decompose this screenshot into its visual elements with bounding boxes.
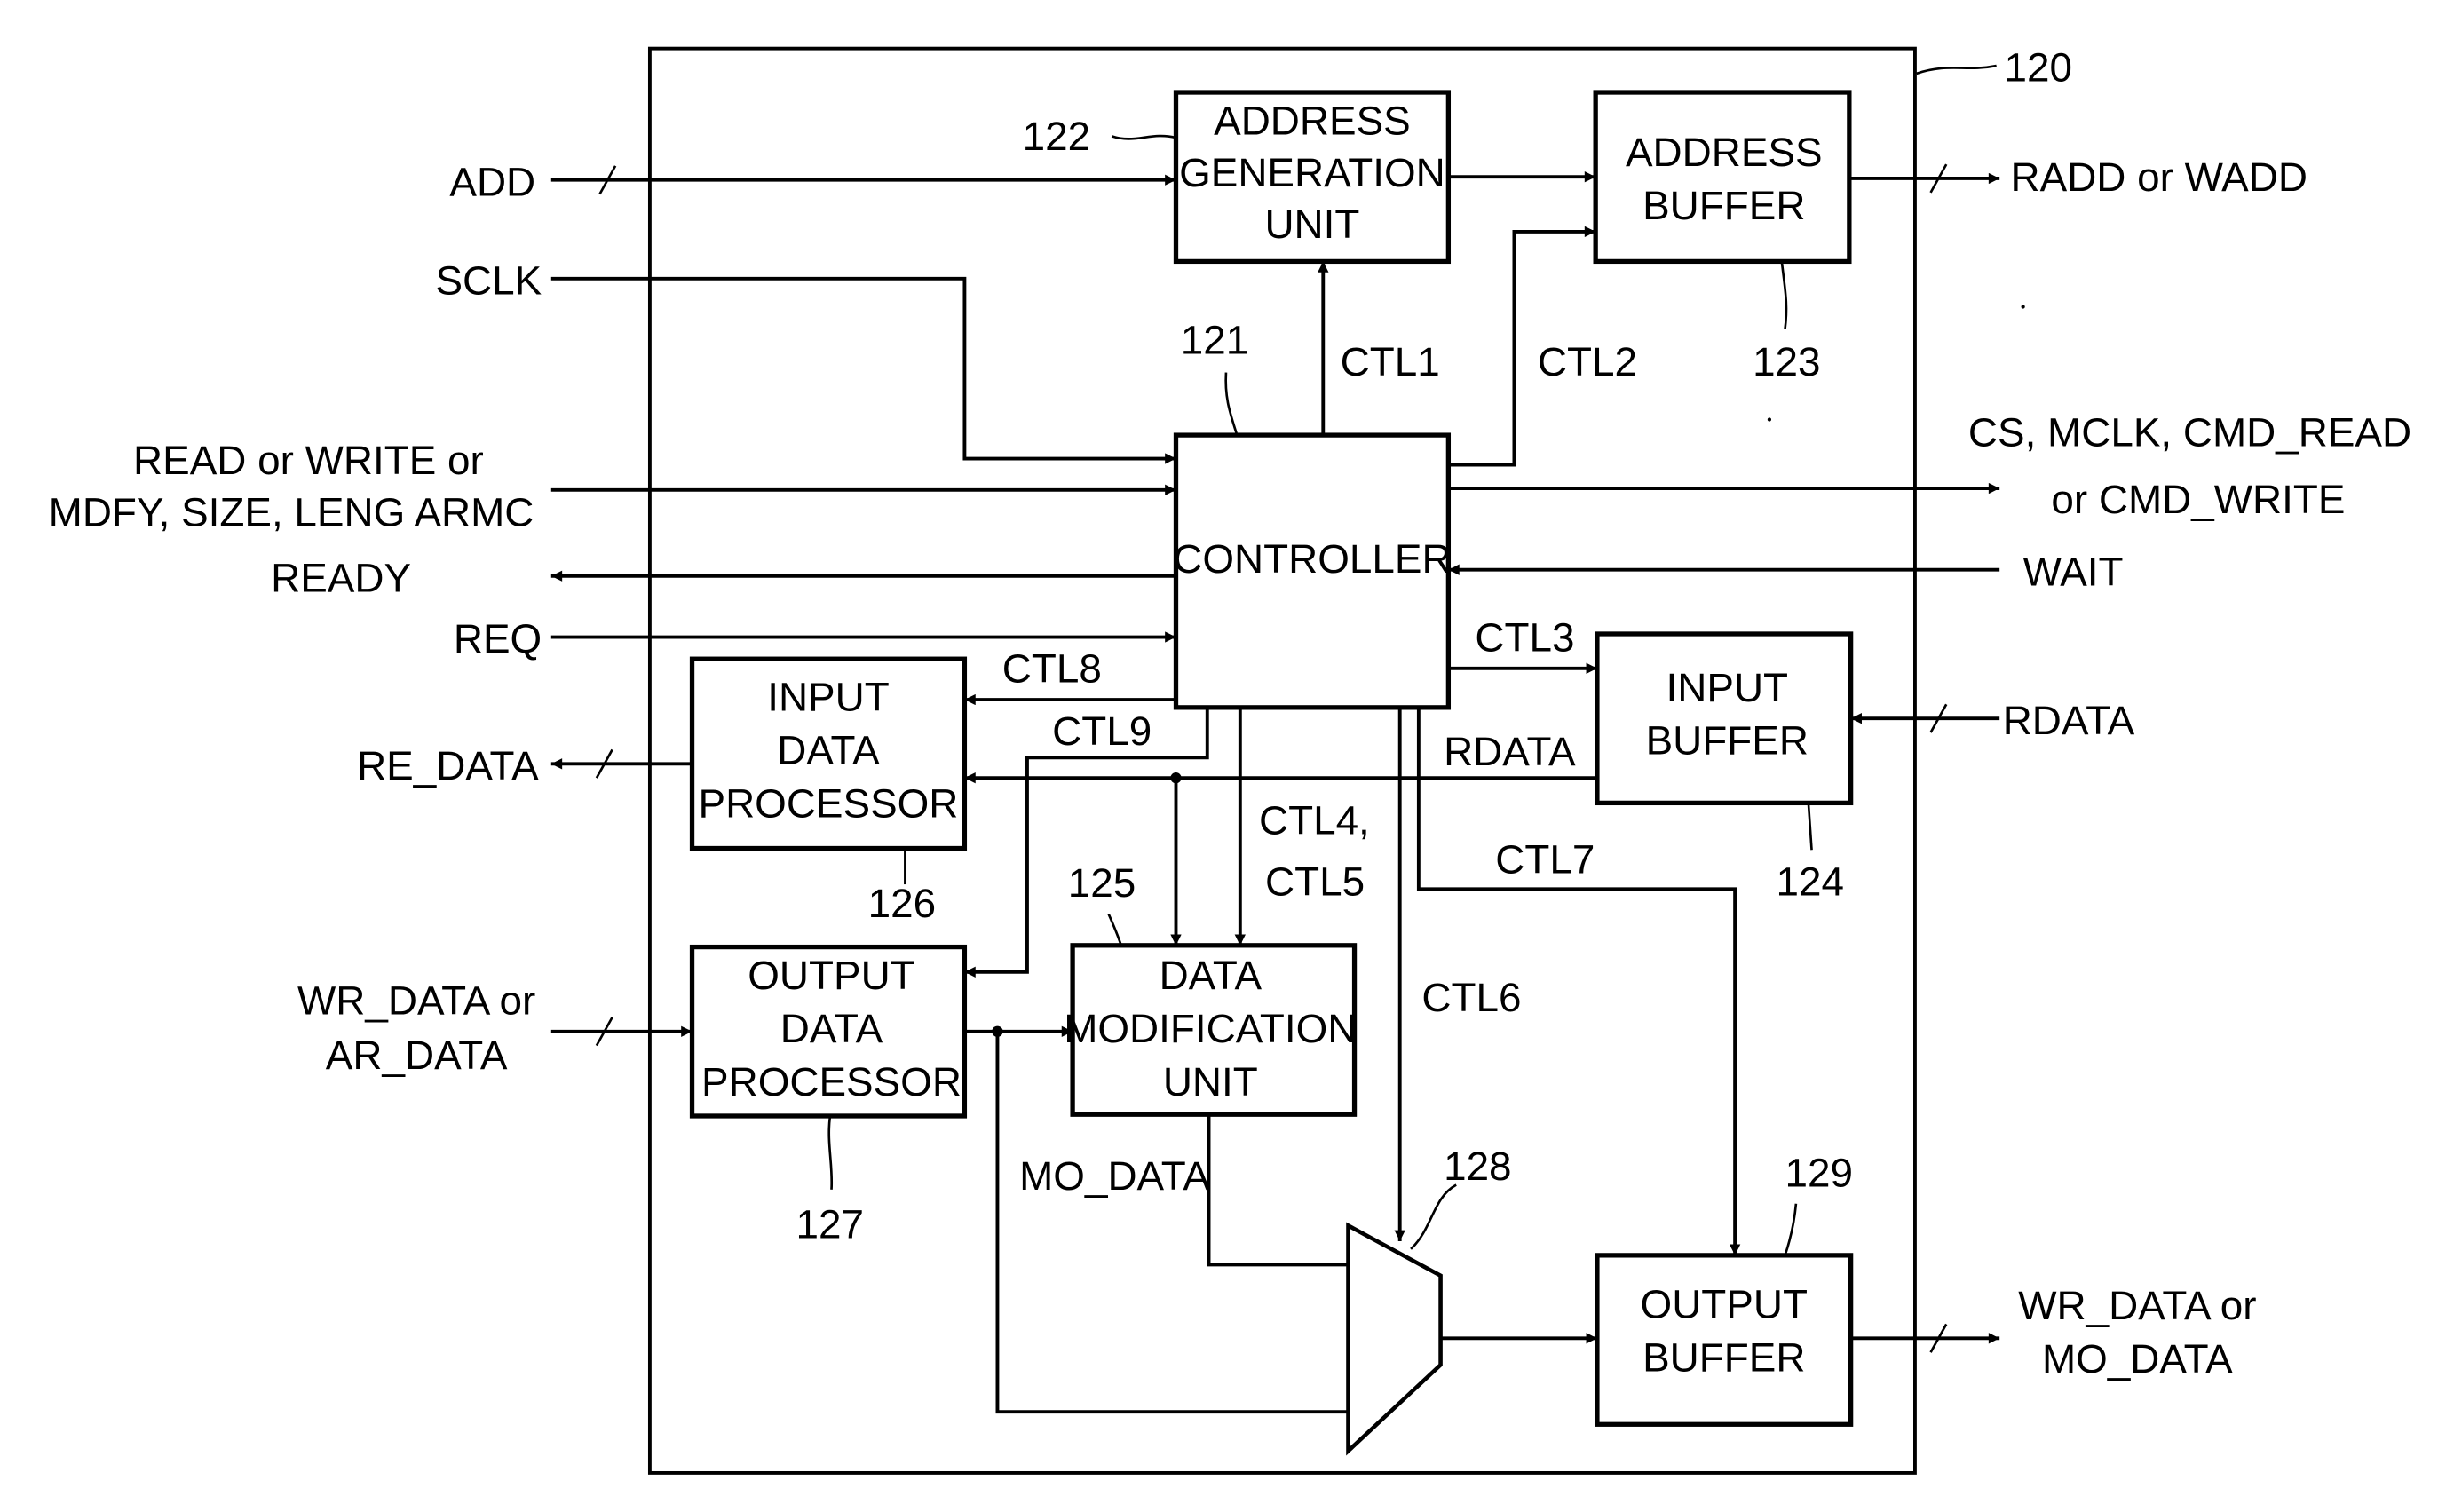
data-modification-unit-line3: UNIT [1163,1059,1258,1104]
scan-speck [2021,305,2025,309]
address-buffer-ref-leader [1780,263,1788,329]
mo-data-label: MO_DATA [1019,1153,1210,1199]
multiplexer-ref-leader [1410,1183,1457,1250]
input-data-processor-line2: DATA [777,727,880,772]
data-modification-unit-line1: DATA [1160,953,1263,998]
data-modification-unit-ref: 125 [1068,860,1136,906]
address-buffer-line2: BUFFER [1642,183,1805,228]
signal-cs-mclk-label-line1: CS, MCLK, CMD_READ [1968,409,2411,455]
ctl8-label: CTL8 [1002,646,1102,692]
frame-ref-label: 120 [2004,45,2071,91]
signal-ready-label: READY [271,555,411,600]
output-data-processor-line2: DATA [780,1006,883,1051]
controller-block: CONTROLLER [1173,432,1452,710]
address-buffer-line1: ADDRESS [1626,130,1823,175]
signal-wr-ar-data-label-line1: WR_DATA or [297,978,535,1023]
output-data-processor-ref-leader [827,1117,834,1190]
signal-wr-ar-data-label-line2: AR_DATA [326,1033,508,1078]
frame-ref-leader [1916,64,1997,75]
input-data-processor-line1: INPUT [767,674,890,719]
input-data-processor-ref: 126 [868,881,936,926]
ctl4-ctl5-label-line2: CTL5 [1265,859,1365,904]
output-data-processor-block: OUTPUT DATA PROCESSOR [689,944,968,1119]
ctl9-label: CTL9 [1052,709,1152,754]
controller-ref: 121 [1181,317,1248,362]
signal-wr-mo-data-label-line2: MO_DATA [2042,1336,2233,1381]
signal-re-data-label: RE_DATA [357,743,539,788]
input-data-processor-line3: PROCESSOR [699,780,959,826]
address-generation-unit-line2: GENERATION [1179,150,1445,195]
signal-req-label: REQ [454,616,542,661]
data-modification-unit-line2: MODIFICATION [1064,1006,1357,1051]
output-buffer-ref: 129 [1785,1150,1853,1195]
signal-read-write-label-line2: MDFY, SIZE, LENG ARMC [49,489,534,534]
output-data-processor-ref: 127 [796,1201,863,1247]
multiplexer-ref: 128 [1444,1144,1511,1189]
multiplexer-block [1346,1222,1443,1456]
input-buffer-line1: INPUT [1666,665,1789,710]
address-generation-unit-ref: 122 [1023,114,1090,159]
input-buffer-line2: BUFFER [1646,718,1809,764]
controller-label: CONTROLLER [1173,536,1451,582]
signal-wait-label: WAIT [2023,549,2124,594]
signal-wr-mo-data-label-line1: WR_DATA or [2018,1283,2256,1328]
signal-read-write-label-line1: READ or WRITE or [133,438,484,483]
output-buffer-ref-leader [1784,1203,1798,1256]
address-generation-unit-block: ADDRESS GENERATION UNIT [1173,90,1452,265]
signal-rdata-in-label: RDATA [2003,698,2135,743]
signal-cs-mclk-label-line2: or CMD_WRITE [2051,477,2345,522]
address-generation-unit-line1: ADDRESS [1214,99,1411,144]
output-data-processor-line3: PROCESSOR [701,1059,962,1104]
output-data-processor-line1: OUTPUT [748,953,914,998]
output-buffer-block: OUTPUT BUFFER [1595,1253,1854,1427]
block-diagram: 120 ADDRESS GENERATION UNIT 122 ADDRESS … [49,45,2411,1475]
input-buffer-ref: 124 [1777,859,1844,904]
ctl7-label: CTL7 [1495,837,1595,883]
controller-ref-leader [1224,372,1239,436]
mo-data-wire [1207,1114,1349,1267]
ctl2-label: CTL2 [1538,339,1637,384]
input-buffer-block: INPUT BUFFER [1595,631,1854,806]
input-data-processor-block: INPUT DATA PROCESSOR [689,656,968,851]
ctl1-label: CTL1 [1341,339,1440,384]
data-modification-unit-ref-leader [1107,914,1123,946]
signal-radd-wadd-label: RADD or WADD [2011,154,2307,200]
ctl4-ctl5-label-line1: CTL4, [1259,798,1370,843]
address-buffer-ref: 123 [1753,339,1820,384]
signal-sclk-wire [550,276,1176,464]
rdata-internal-label: RDATA [1444,729,1576,774]
data-modification-unit-block: DATA MODIFICATION UNIT [1064,943,1357,1117]
signal-add-label: ADD [449,159,535,204]
ctl6-label: CTL6 [1421,975,1521,1020]
input-buffer-ref-leader [1807,804,1813,851]
signal-sclk-label: SCLK [435,257,542,303]
address-generation-unit-ref-leader [1111,134,1176,140]
address-generation-unit-line3: UNIT [1264,202,1359,247]
ctl3-label: CTL3 [1475,614,1574,660]
output-buffer-line1: OUTPUT [1641,1281,1808,1326]
output-buffer-line2: BUFFER [1642,1334,1805,1380]
address-buffer-block: ADDRESS BUFFER [1593,90,1852,265]
scan-speck [1767,417,1772,422]
